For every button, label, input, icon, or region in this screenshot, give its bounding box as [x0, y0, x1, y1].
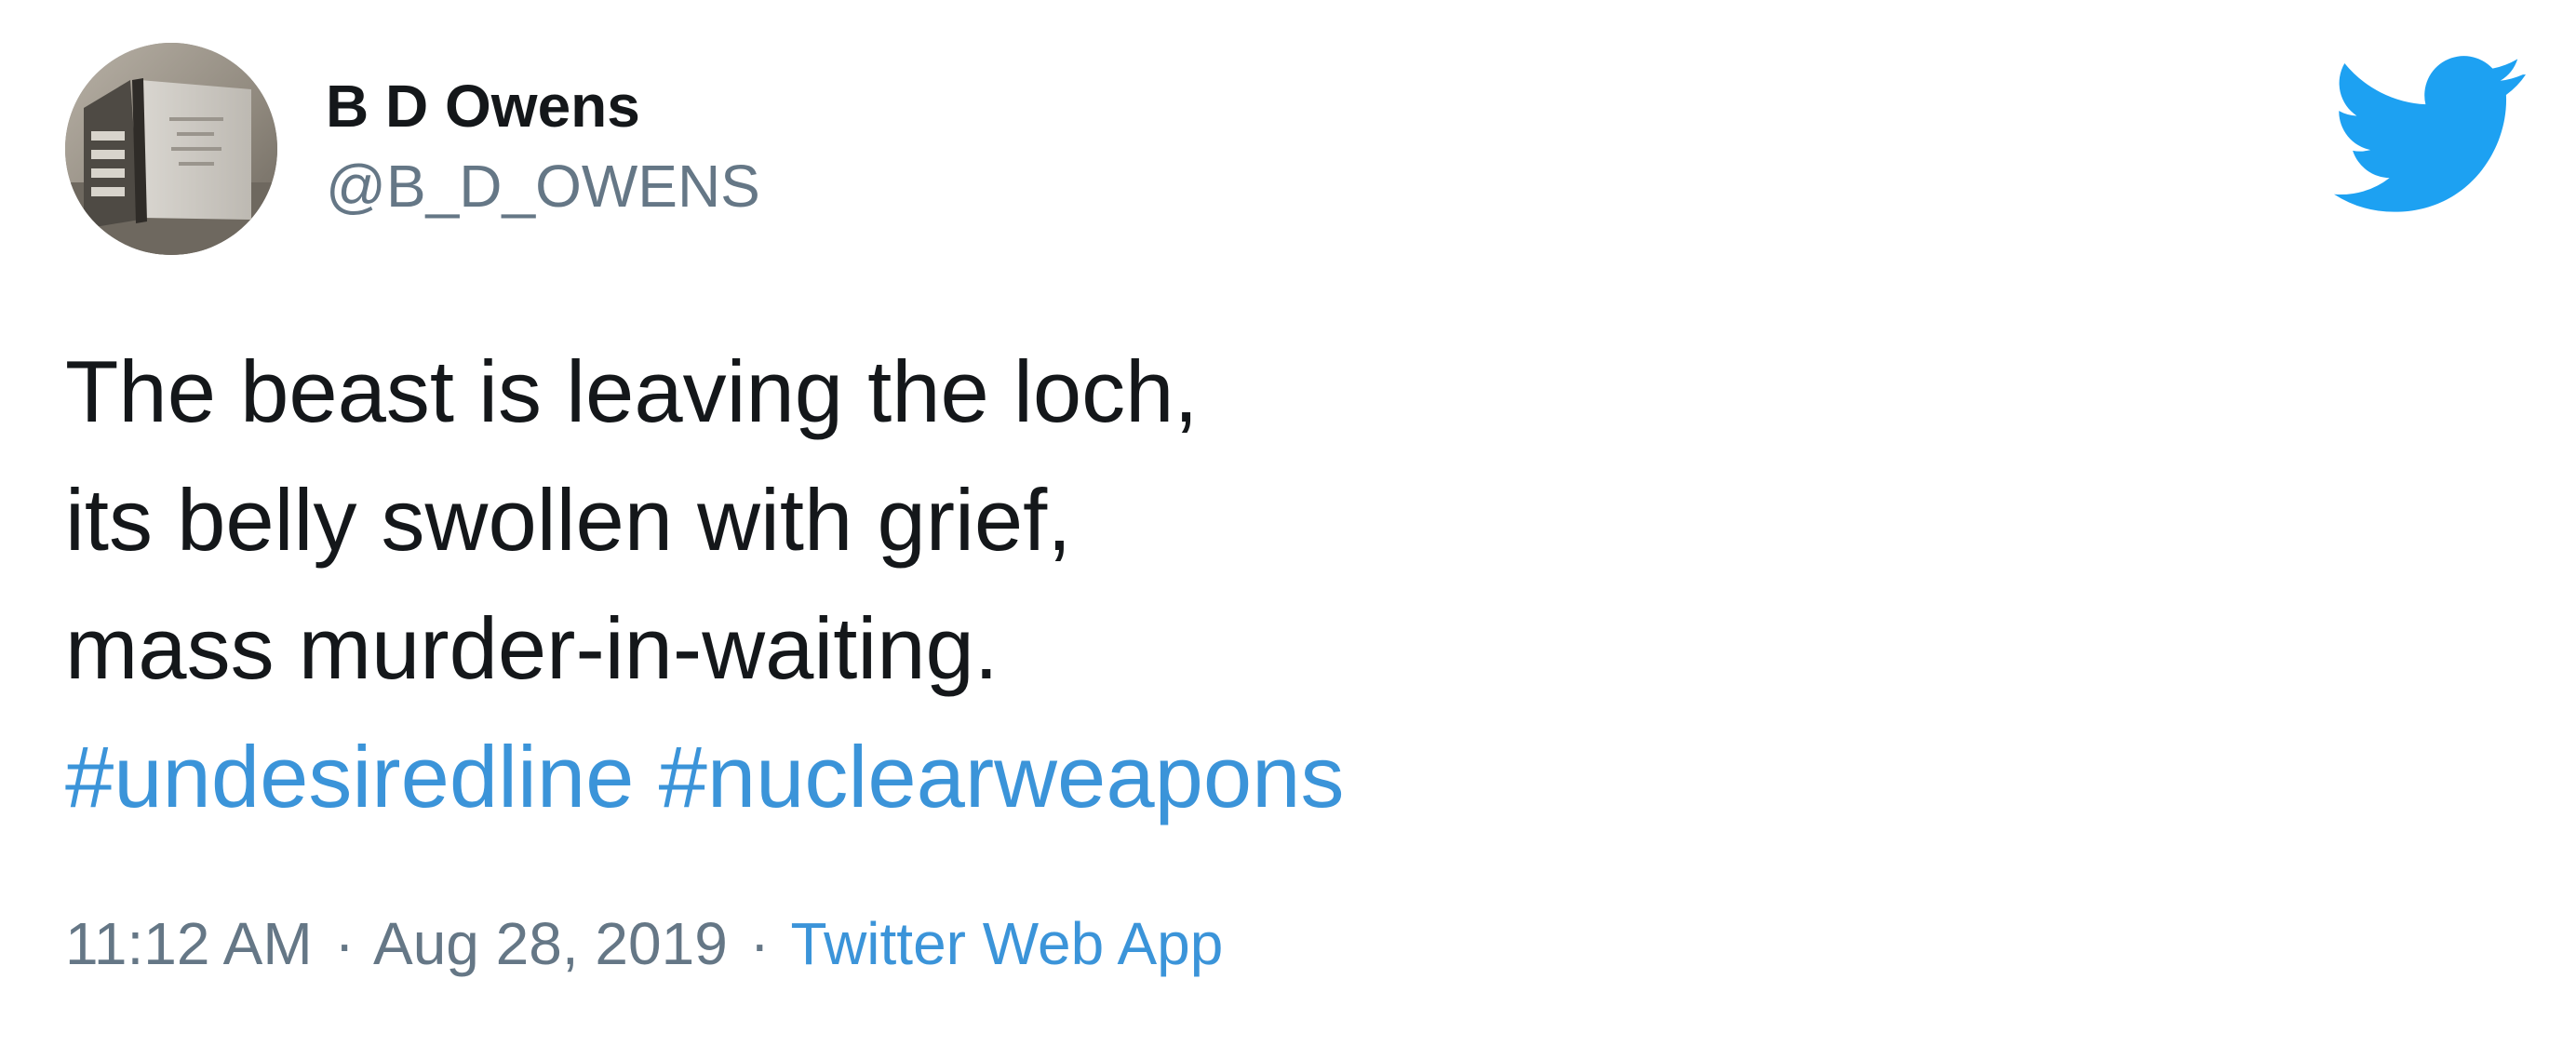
separator-dot: · [749, 910, 770, 977]
separator-dot: · [334, 910, 355, 977]
hashtag-line: #undesiredline #nuclearweapons [65, 713, 2485, 841]
hashtag-link-nuclearweapons[interactable]: #nuclearweapons [659, 728, 1345, 825]
tweet-metadata: 11:12 AM · Aug 28, 2019 · Twitter Web Ap… [65, 906, 1223, 981]
book-avatar-icon [65, 43, 277, 255]
display-name[interactable]: B D Owens [326, 69, 640, 143]
tweet-line: The beast is leaving the loch, [65, 342, 1199, 440]
tweet-text: The beast is leaving the loch, its belly… [65, 328, 2485, 841]
hashtag-link-undesiredline[interactable]: #undesiredline [65, 728, 634, 825]
tweet-line: its belly swollen with grief, [65, 471, 1072, 569]
user-handle[interactable]: @B_D_OWENS [326, 149, 760, 223]
avatar[interactable] [65, 43, 277, 255]
tweet-line: mass murder-in-waiting. [65, 599, 999, 697]
tweet-time[interactable]: 11:12 AM [65, 910, 313, 977]
tweet-source-link[interactable]: Twitter Web App [791, 910, 1224, 977]
tweet-date[interactable]: Aug 28, 2019 [373, 910, 728, 977]
tweet-card: B D Owens @B_D_OWENS The beast is leavin… [0, 0, 2576, 1046]
twitter-bird-icon[interactable] [2334, 56, 2526, 212]
